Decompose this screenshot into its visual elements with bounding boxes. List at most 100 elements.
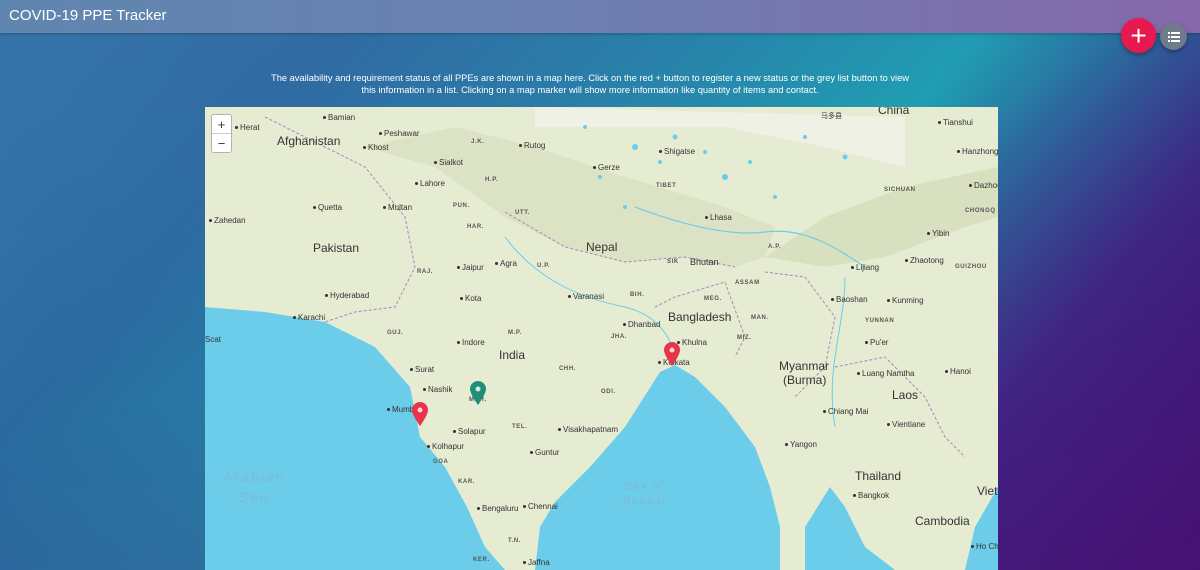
label-mp: M.P.	[508, 330, 522, 336]
city-jaipur: Jaipur	[457, 263, 484, 272]
city-peshawar: Peshawar	[379, 129, 420, 138]
city-sialkot: Sialkot	[434, 158, 463, 167]
label-maduo: 马多县	[821, 113, 842, 120]
city-kunming: Kunming	[887, 296, 924, 305]
label-china: China	[878, 107, 910, 117]
city-lhasa: Lhasa	[705, 213, 732, 222]
label-afghanistan: Afghanistan	[277, 134, 341, 148]
label-burma: (Burma)	[783, 373, 827, 387]
city-quetta: Quetta	[313, 203, 342, 212]
list-icon	[1167, 31, 1180, 42]
city-dhanbad: Dhanbad	[623, 320, 660, 329]
label-assam: ASSAM	[735, 280, 760, 286]
label-raj: RAJ.	[417, 269, 434, 275]
city-baoshan: Baoshan	[831, 295, 868, 304]
label-jk: J.K.	[471, 139, 485, 145]
label-india: India	[499, 348, 526, 362]
city-agra: Agra	[495, 259, 517, 268]
label-odi: ODI.	[601, 389, 616, 395]
city-zahedan: Zahedan	[209, 216, 246, 225]
label-sik: SIK	[667, 259, 679, 265]
city-varanasi: Varanasi	[568, 292, 604, 301]
marker-kolkata[interactable]	[664, 342, 680, 366]
city-bamian: Bamian	[323, 113, 355, 122]
city-solapur: Solapur	[453, 427, 486, 436]
label-vietnam: Vietr	[977, 484, 998, 498]
label-arabian: Arabian	[223, 469, 286, 485]
city-chiang-mai: Chiang Mai	[823, 407, 868, 416]
label-bhutan: Bhutan	[690, 257, 719, 267]
city-puer: Pu'er	[865, 338, 888, 347]
city-karachi: Karachi	[293, 313, 325, 322]
label-pakistan: Pakistan	[313, 241, 360, 255]
label-chh: CHH.	[559, 366, 577, 372]
label-hp: H.P.	[485, 177, 499, 183]
plus-icon: +	[1130, 19, 1147, 51]
label-thailand: Thailand	[855, 469, 902, 483]
city-lijiang: Lijiang	[851, 263, 879, 272]
city-nashik: Nashik	[423, 385, 452, 394]
city-hanzhong: Hanzhong	[957, 147, 998, 156]
label-tibet: TIBET	[656, 183, 677, 189]
city-ho-chi-minh: Ho Chi	[971, 542, 998, 551]
city-hanoi: Hanoi	[945, 367, 971, 376]
label-man: MAN.	[751, 315, 769, 321]
map[interactable]: + − Afghanistan Pakistan Nepal Bhutan Ba…	[205, 107, 998, 570]
label-laos: Laos	[892, 388, 919, 402]
city-jaffna: Jaffna	[523, 558, 550, 567]
city-bengaluru: Bengaluru	[477, 504, 518, 513]
city-bangkok: Bangkok	[853, 491, 889, 500]
city-khulna: Khulna	[677, 338, 707, 347]
label-kar: KAR.	[458, 479, 476, 485]
label-chongq: CHONGQ	[965, 208, 996, 214]
city-gerze: Gerze	[593, 163, 620, 172]
label-meg: MEG.	[704, 296, 722, 302]
label-up: U.P.	[537, 263, 551, 269]
city-indore: Indore	[457, 338, 485, 347]
label-yunnan: YUNNAN	[865, 318, 895, 324]
label-nepal: Nepal	[586, 240, 618, 254]
label-bengal: Bengal	[623, 495, 667, 507]
intro-text: The availability and requirement status …	[271, 73, 909, 95]
label-cambodia: Cambodia	[915, 514, 970, 528]
label-myanmar: Myanmar	[779, 359, 830, 373]
label-miz: MIZ.	[737, 335, 752, 341]
city-visakhapatnam: Visakhapatnam	[558, 425, 618, 434]
label-jha: JHA.	[611, 334, 628, 340]
label-har: HAR.	[467, 224, 485, 230]
city-khost: Khost	[363, 143, 388, 152]
city-luang-namtha: Luang Namtha	[857, 369, 914, 378]
city-yangon: Yangon	[785, 440, 817, 449]
label-sea: Sea	[238, 489, 270, 505]
city-hyderabad: Hyderabad	[325, 291, 369, 300]
city-multan: Multan	[383, 203, 412, 212]
app-bar: COVID-19 PPE Tracker	[0, 0, 1200, 33]
city-rutog: Rutog	[519, 141, 545, 150]
label-ker: KER.	[473, 557, 490, 563]
city-guntur: Guntur	[530, 448, 559, 457]
label-ap: A.P.	[768, 244, 782, 250]
label-scat: Scat	[205, 335, 222, 344]
city-zhaotong: Zhaotong	[905, 256, 944, 265]
city-tianshui: Tianshui	[938, 118, 973, 127]
label-arabian-sea: Arabian Sea	[223, 467, 285, 507]
city-shigatse: Shigatse	[659, 147, 695, 156]
marker-maharashtra[interactable]	[470, 381, 486, 405]
label-bay-of-bengal: Bay of Bengal	[623, 479, 666, 509]
label-utt: UTT.	[515, 210, 531, 216]
city-herat: Herat	[235, 123, 260, 132]
city-lahore: Lahore	[415, 179, 445, 188]
zoom-control: + −	[211, 114, 232, 153]
marker-mumbai[interactable]	[412, 402, 428, 426]
city-yibin: Yibin	[927, 229, 950, 238]
add-status-button[interactable]: +	[1121, 18, 1156, 53]
label-guj: GUJ.	[387, 330, 404, 336]
city-surat: Surat	[410, 365, 434, 374]
city-chennai: Chennai	[523, 502, 558, 511]
view-list-button[interactable]	[1160, 23, 1187, 50]
label-tel: TEL.	[512, 424, 528, 430]
zoom-in-button[interactable]: +	[212, 115, 231, 134]
label-bih: BIH.	[630, 292, 645, 298]
zoom-out-button[interactable]: −	[212, 134, 231, 152]
label-guizhou: GUIZHOU	[955, 264, 987, 270]
